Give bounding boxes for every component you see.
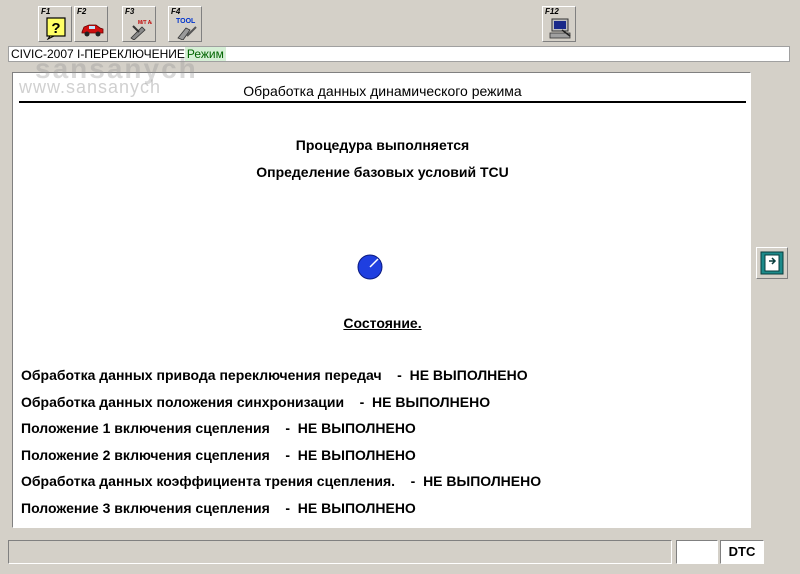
f4-tool-button[interactable]: F4 TOOL	[168, 6, 202, 42]
status-heading: Состояние.	[343, 315, 422, 331]
svg-text:?: ?	[51, 20, 60, 37]
panel-title: Обработка данных динамического режима	[19, 81, 746, 103]
f12-key-label: F12	[545, 7, 559, 16]
status-row: Положение 1 включения сцепления - НЕ ВЫП…	[21, 420, 416, 436]
status-row: Положение 3 включения сцепления - НЕ ВЫП…	[21, 500, 416, 516]
status-row: Положение 2 включения сцепления - НЕ ВЫП…	[21, 447, 416, 463]
f2-key-label: F2	[77, 7, 87, 16]
toolbar: F1 ? F2 F3 M/T A/T F4 TOOL F12	[0, 0, 800, 46]
status-row-value: - НЕ ВЫПОЛНЕНО	[410, 473, 542, 489]
f4-key-label: F4	[171, 7, 181, 16]
car-icon	[81, 24, 104, 37]
status-row-label: Положение 1 включения сцепления	[21, 420, 270, 436]
status-row-label: Положение 3 включения сцепления	[21, 500, 270, 516]
mt-at-tool-icon: M/T A/T	[130, 20, 152, 40]
f1-key-label: F1	[41, 7, 51, 16]
status-row-label: Обработка данных привода переключения пе…	[21, 367, 382, 383]
main-panel: sansanych www.sansanych Обработка данных…	[12, 53, 751, 528]
status-bar: DTC	[8, 540, 794, 564]
dtc-indicator[interactable]: DTC	[720, 540, 764, 564]
procedure-line: Процедура выполняется	[295, 137, 470, 153]
status-row: Обработка данных привода переключения пе…	[21, 367, 528, 383]
f12-computer-button[interactable]: F12	[542, 6, 576, 42]
status-row: Обработка данных положения синхронизации…	[21, 394, 490, 410]
exit-door-icon	[760, 251, 784, 275]
help-question-icon: ?	[46, 17, 66, 40]
status-row-value: - НЕ ВЫПОЛНЕНО	[285, 500, 416, 516]
status-bar-box	[676, 540, 718, 564]
progress-spinner-icon	[357, 254, 383, 280]
status-row-label: Положение 2 включения сцепления	[21, 447, 270, 463]
status-row-value: - НЕ ВЫПОЛНЕНО	[359, 394, 491, 410]
status-bar-message	[8, 540, 672, 564]
status-row-value: - НЕ ВЫПОЛНЕНО	[397, 367, 528, 383]
condition-line: Определение базовых условий TCU	[256, 164, 509, 180]
status-row-label: Обработка данных положения синхронизации	[21, 394, 345, 410]
exit-button[interactable]	[756, 247, 788, 279]
f2-vehicle-button[interactable]: F2	[74, 6, 108, 42]
status-row: Обработка данных коэффициента трения сце…	[21, 473, 541, 489]
f3-mt-at-button[interactable]: F3 M/T A/T	[122, 6, 156, 42]
svg-text:TOOL: TOOL	[176, 18, 196, 25]
status-row-value: - НЕ ВЫПОЛНЕНО	[285, 420, 416, 436]
f1-help-button[interactable]: F1 ?	[38, 6, 72, 42]
status-row-label: Обработка данных коэффициента трения сце…	[21, 473, 396, 489]
computer-icon	[549, 18, 571, 39]
f3-key-label: F3	[125, 7, 135, 16]
svg-text:M/T A/T: M/T A/T	[138, 20, 152, 26]
status-row-value: - НЕ ВЫПОЛНЕНО	[285, 447, 416, 463]
tool-icon: TOOL	[176, 18, 197, 40]
